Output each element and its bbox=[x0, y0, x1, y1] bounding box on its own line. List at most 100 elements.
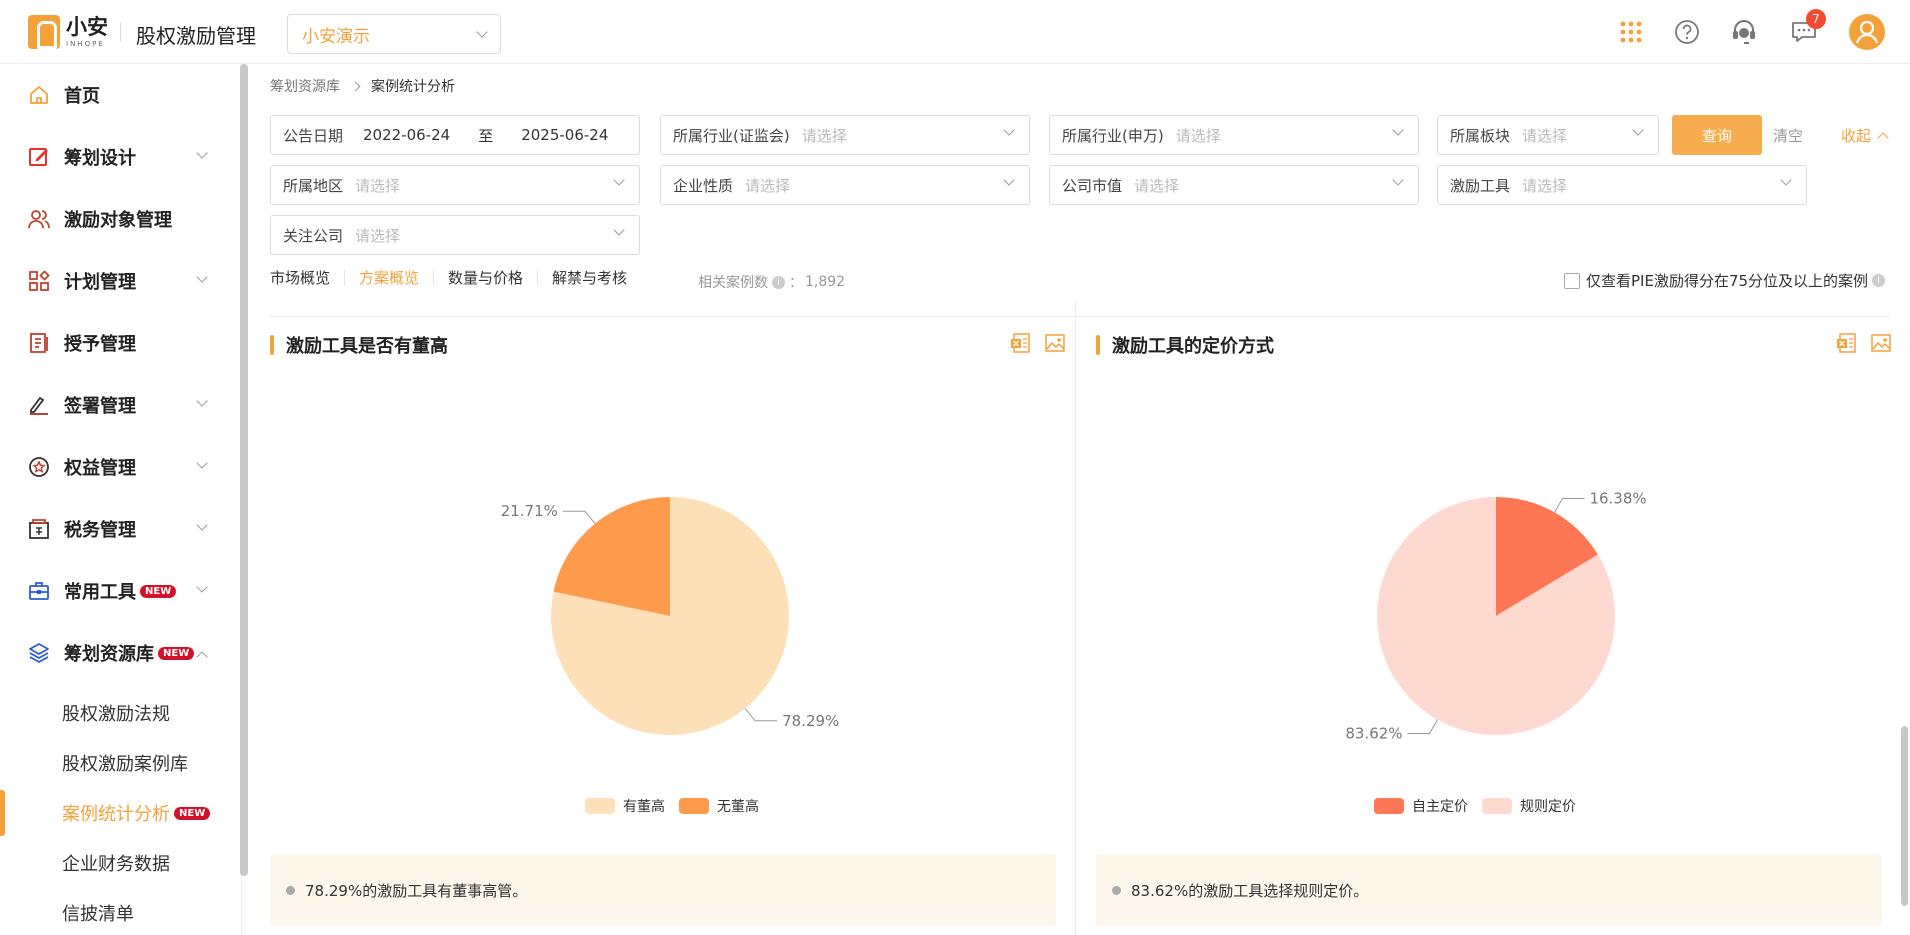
sidebar-item-grant-management[interactable]: 授予管理 bbox=[0, 318, 236, 368]
image-export-icon[interactable] bbox=[1044, 332, 1066, 354]
sidebar-subitem-label: 股权激励法规 bbox=[62, 704, 170, 725]
help-icon[interactable] bbox=[1674, 19, 1700, 45]
tab-quantity-price[interactable]: 数量与价格 bbox=[434, 270, 539, 286]
select-placeholder: 请选择 bbox=[355, 226, 401, 245]
sidebar-item-incentive-targets[interactable]: 激励对象管理 bbox=[0, 194, 236, 244]
chevron-down-icon bbox=[196, 147, 208, 159]
sidebar-subitem-equity-regulations[interactable]: 股权激励法规 bbox=[0, 690, 236, 736]
chart-legend: 自主定价 规则定价 bbox=[1374, 796, 1590, 816]
new-badge: NEW bbox=[158, 646, 195, 660]
app-logo[interactable]: 小安 INHOPE bbox=[28, 15, 108, 49]
chevron-up-icon bbox=[1877, 131, 1889, 144]
tab-market-overview[interactable]: 市场概览 bbox=[270, 270, 346, 286]
board-select[interactable]: 所属板块 请选择 bbox=[1437, 115, 1659, 155]
query-button[interactable]: 查询 bbox=[1672, 115, 1762, 155]
tab-unlock-assessment[interactable]: 解禁与考核 bbox=[538, 270, 641, 286]
sidebar-subitem-equity-case-library[interactable]: 股权激励案例库 bbox=[0, 740, 236, 786]
date-to-input[interactable]: 2025-06-24 bbox=[521, 126, 608, 144]
clear-button[interactable]: 清空 bbox=[1773, 125, 1803, 146]
message-count-badge: 7 bbox=[1806, 9, 1826, 29]
filter-label: 所属行业(申万) bbox=[1062, 126, 1164, 145]
followed-company-select[interactable]: 关注公司 请选择 bbox=[270, 215, 640, 255]
filter-label: 所属板块 bbox=[1450, 126, 1511, 145]
chart-summary-text: 78.29%的激励工具有董事高管。 bbox=[305, 881, 528, 900]
sidebar-item-label: 常用工具 bbox=[64, 582, 136, 603]
panel-divider bbox=[1075, 300, 1076, 935]
excel-export-icon[interactable] bbox=[1010, 332, 1032, 354]
organization-select-value: 小安演示 bbox=[302, 26, 370, 47]
sidebar-item-equity-management[interactable]: 权益管理 bbox=[0, 442, 236, 492]
sidebar-scrollbar[interactable] bbox=[240, 64, 248, 876]
legend-item[interactable]: 无董高 bbox=[679, 796, 759, 816]
app-title: 股权激励管理 bbox=[136, 24, 256, 48]
users-icon bbox=[28, 210, 50, 229]
sidebar-item-signing-management[interactable]: 签署管理 bbox=[0, 380, 236, 430]
apps-grid-icon[interactable] bbox=[1617, 18, 1645, 46]
tab-plan-overview[interactable]: 方案概览 bbox=[345, 270, 435, 286]
select-placeholder: 请选择 bbox=[801, 126, 847, 145]
case-count-label: 相关案例数 bbox=[698, 275, 768, 291]
industry-csrc-select[interactable]: 所属行业(证监会) 请选择 bbox=[660, 115, 1030, 155]
select-placeholder: 请选择 bbox=[1175, 126, 1221, 145]
book-icon bbox=[30, 333, 48, 353]
sidebar-subitem-disclosure-list[interactable]: 信披清单 bbox=[0, 890, 236, 935]
title-accent-bar bbox=[270, 335, 274, 355]
info-icon[interactable]: i bbox=[772, 275, 785, 289]
announcement-date-range[interactable]: 公告日期 2022-06-24 至 2025-06-24 bbox=[270, 115, 640, 155]
chevron-up-icon bbox=[196, 651, 208, 663]
date-from-input[interactable]: 2022-06-24 bbox=[363, 126, 450, 144]
sidebar-item-common-tools[interactable]: 常用工具 NEW bbox=[0, 566, 236, 616]
legend-item[interactable]: 有董高 bbox=[585, 796, 665, 816]
info-icon[interactable]: i bbox=[1872, 274, 1886, 287]
legend-item[interactable]: 规则定价 bbox=[1482, 796, 1576, 816]
pie-score-checkbox[interactable] bbox=[1564, 272, 1580, 289]
header-divider bbox=[120, 22, 121, 42]
incentive-tool-select[interactable]: 激励工具 请选择 bbox=[1437, 165, 1807, 205]
analysis-tabs: 市场概览 方案概览 数量与价格 解禁与考核 bbox=[270, 270, 641, 286]
select-placeholder: 请选择 bbox=[1522, 176, 1568, 195]
pie-data-label: 83.62% bbox=[1345, 725, 1402, 743]
bullet-icon bbox=[286, 885, 295, 895]
user-avatar[interactable] bbox=[1849, 14, 1885, 50]
apps-icon bbox=[29, 270, 50, 291]
legend-item[interactable]: 自主定价 bbox=[1374, 796, 1468, 816]
filter-label: 公司市值 bbox=[1062, 176, 1123, 195]
sidebar-item-tax-management[interactable]: 税务管理 bbox=[0, 504, 236, 554]
image-export-icon[interactable] bbox=[1870, 332, 1892, 354]
market-cap-select[interactable]: 公司市值 请选择 bbox=[1049, 165, 1419, 205]
collapse-filters-button[interactable]: 收起 bbox=[1841, 125, 1889, 146]
company-nature-select[interactable]: 企业性质 请选择 bbox=[660, 165, 1030, 205]
pie-data-label: 78.29% bbox=[782, 712, 839, 730]
pie-chart-director-executive: 78.29% 21.71% bbox=[501, 497, 839, 736]
pie-chart-pricing-method: 16.38% 83.62% bbox=[1345, 489, 1646, 743]
region-select[interactable]: 所属地区 请选择 bbox=[270, 165, 640, 205]
sidebar-item-planning-design[interactable]: 筹划设计 bbox=[0, 132, 236, 182]
sidebar-subitem-case-statistics[interactable]: 案例统计分析 NEW bbox=[0, 790, 236, 836]
pie-score-filter[interactable]: 仅查看PIE激励得分在75分位及以上的案例 i bbox=[1564, 270, 1889, 291]
sidebar-subitem-financial-data[interactable]: 企业财务数据 bbox=[0, 840, 236, 886]
sidebar-item-label: 计划管理 bbox=[64, 272, 136, 293]
chevron-down-icon bbox=[196, 519, 208, 531]
legend-label: 规则定价 bbox=[1520, 799, 1576, 815]
sidebar-item-plan-management[interactable]: 计划管理 bbox=[0, 256, 236, 306]
logo-name: 小安 bbox=[66, 14, 108, 39]
industry-sw-select[interactable]: 所属行业(申万) 请选择 bbox=[1049, 115, 1419, 155]
sign-icon bbox=[30, 396, 48, 415]
layers-icon bbox=[29, 643, 49, 663]
legend-label: 无董高 bbox=[717, 799, 759, 815]
customer-service-icon[interactable] bbox=[1730, 18, 1758, 46]
legend-swatch bbox=[1482, 798, 1512, 814]
legend-swatch bbox=[585, 798, 615, 814]
sidebar-item-planning-resources[interactable]: 筹划资源库 NEW bbox=[0, 628, 236, 678]
breadcrumb-parent[interactable]: 筹划资源库 bbox=[270, 76, 340, 96]
chart-summary-note: 83.62%的激励工具选择规则定价。 bbox=[1096, 854, 1882, 926]
sidebar-item-home[interactable]: 首页 bbox=[0, 70, 236, 120]
excel-export-icon[interactable] bbox=[1836, 332, 1858, 354]
organization-select[interactable]: 小安演示 bbox=[287, 14, 501, 54]
sidebar-item-label: 税务管理 bbox=[64, 520, 136, 541]
sidebar-subitem-label: 股权激励案例库 bbox=[62, 754, 188, 775]
pie-data-label: 16.38% bbox=[1589, 489, 1646, 507]
main-scrollbar[interactable] bbox=[1901, 726, 1908, 906]
messages-button[interactable]: 7 bbox=[1790, 9, 1826, 45]
pie-score-filter-label: 仅查看PIE激励得分在75分位及以上的案例 bbox=[1586, 272, 1869, 290]
